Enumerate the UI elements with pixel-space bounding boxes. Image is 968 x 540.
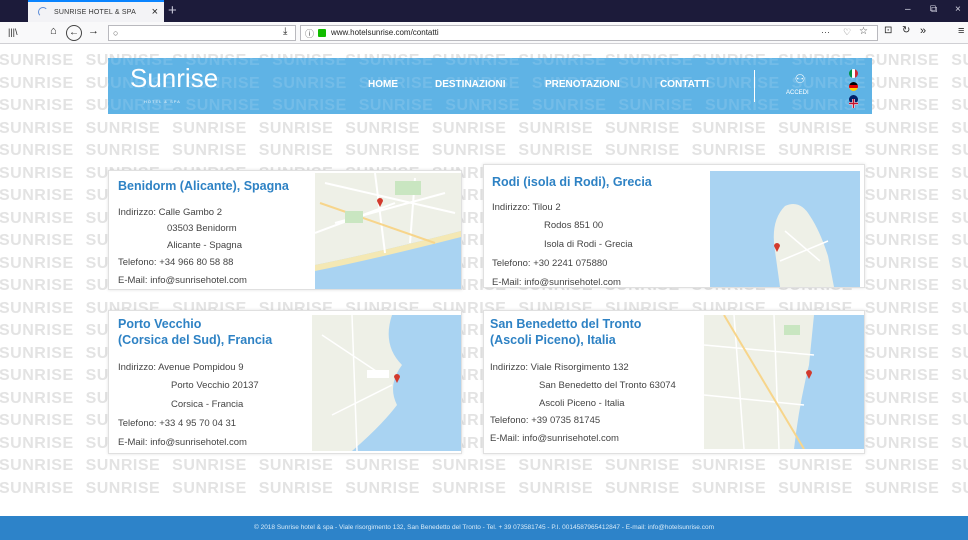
home-icon[interactable]: ⌂ [50, 25, 57, 37]
address-line: Porto Vecchio 20137 [171, 380, 259, 391]
phone: Telefono: +33 4 95 70 04 31 [118, 418, 237, 429]
library-icon[interactable]: |||\ [8, 27, 18, 37]
map-san-benedetto[interactable] [704, 315, 864, 449]
browser-tab-bar: SUNRISE HOTEL & SPA × + – ⧉ × [0, 0, 968, 22]
watermark-row: SUNRISE SUNRISE SUNRISE SUNRISE SUNRISE … [0, 457, 968, 474]
loading-icon [38, 7, 48, 17]
address-line: San Benedetto del Tronto 63074 [539, 380, 676, 391]
email[interactable]: E-Mail: info@sunrisehotel.com [492, 277, 621, 288]
new-tab-icon[interactable]: + [168, 2, 177, 19]
search-input[interactable]: ○ [108, 25, 296, 41]
card-title: Porto Vecchio [118, 317, 202, 331]
site-header: SUNRISE SUNRISE SUNRISE SUNRISE SUNRISE … [108, 58, 872, 114]
card-title-line-2: (Ascoli Piceno), Italia [490, 333, 616, 347]
italy-flag-icon[interactable] [849, 69, 858, 78]
card-title: Benidorm (Alicante), Spagna [118, 179, 289, 193]
forward-icon[interactable]: → [88, 25, 99, 37]
url-bar[interactable]: ⓘ www.hotelsunrise.com/contatti ··· ♡ ☆ [300, 25, 878, 41]
login-label[interactable]: ACCEDI [786, 90, 809, 96]
watermark-row: SUNRISE SUNRISE SUNRISE SUNRISE SUNRISE … [0, 119, 968, 137]
pocket-icon[interactable]: ♡ [843, 27, 851, 38]
reload-icon[interactable]: ↻ [902, 25, 910, 36]
user-login-icon[interactable]: ⚇ [791, 72, 809, 86]
url-text: www.hotelsunrise.com/contatti [331, 28, 439, 37]
lock-icon [318, 29, 326, 37]
phone: Telefono: +39 0735 81745 [490, 415, 601, 426]
email[interactable]: E-Mail: info@sunrisehotel.com [490, 433, 619, 444]
more-icon[interactable]: ··· [821, 27, 830, 37]
card-title: San Benedetto del Tronto [490, 317, 642, 331]
address-line: Ascoli Piceno - Italia [539, 398, 625, 409]
search-icon: ○ [113, 28, 119, 38]
download-icon[interactable]: ⤓ [283, 26, 287, 37]
logo[interactable]: Sunrise [130, 63, 218, 94]
phone: Telefono: +34 966 80 58 88 [118, 257, 234, 268]
address-label: Indirizzo: Viale Risorgimento 132 [490, 362, 629, 373]
address-line: Isola di Rodi - Grecia [544, 239, 633, 250]
sync-icon[interactable]: ⊡ [884, 25, 892, 36]
address-line: Corsica - Francia [171, 399, 244, 410]
tab-close-icon[interactable]: × [152, 6, 158, 18]
map-benidorm[interactable] [315, 173, 461, 289]
browser-tab[interactable]: SUNRISE HOTEL & SPA × [28, 0, 164, 22]
map-rodi[interactable] [710, 171, 860, 287]
nav-prenotazioni[interactable]: PRENOTAZIONI [545, 79, 620, 90]
card-title-line-2: (Corsica del Sud), Francia [118, 333, 273, 347]
phone: Telefono: +30 2241 075880 [492, 258, 608, 269]
minimize-icon[interactable]: – [905, 4, 911, 15]
location-card-porto-vecchio: Porto Vecchio (Corsica del Sud), Francia… [108, 310, 462, 454]
header-watermark-row: SUNRISE SUNRISE SUNRISE SUNRISE SUNRISE … [108, 58, 872, 69]
map-porto-vecchio[interactable] [312, 315, 461, 451]
address-label: Indirizzo: Calle Gambo 2 [118, 207, 223, 218]
email[interactable]: E-Mail: info@sunrisehotel.com [118, 437, 247, 448]
browser-nav-bar: |||\ ⌂ ← → ○ ⤓ ⓘ www.hotelsunrise.com/co… [0, 22, 968, 44]
close-window-icon[interactable]: × [955, 4, 961, 15]
address-line: Rodos 851 00 [544, 220, 604, 231]
menu-icon[interactable]: ≡ [958, 25, 964, 37]
location-card-benidorm: Benidorm (Alicante), Spagna Indirizzo: C… [108, 170, 462, 290]
restore-icon[interactable]: ⧉ [930, 4, 937, 15]
footer-text: © 2018 Sunrise hotel & spa - Viale risor… [253, 524, 714, 531]
overflow-icon[interactable]: » [920, 25, 926, 37]
menu-divider [754, 70, 755, 102]
header-watermark-row: SUNRISE SUNRISE SUNRISE SUNRISE SUNRISE … [108, 97, 872, 114]
back-icon[interactable]: ← [66, 25, 82, 41]
address-line: 03503 Benidorm [167, 223, 237, 234]
address-label: Indirizzo: Tilou 2 [492, 202, 561, 213]
nav-home[interactable]: HOME [368, 79, 398, 90]
germany-flag-icon[interactable] [849, 82, 858, 91]
watermark-row: SUNRISE SUNRISE SUNRISE SUNRISE SUNRISE … [0, 142, 968, 159]
location-card-san-benedetto: San Benedetto del Tronto (Ascoli Piceno)… [483, 310, 865, 454]
watermark-row: SUNRISE SUNRISE SUNRISE SUNRISE SUNRISE … [0, 479, 968, 497]
address-label: Indirizzo: Avenue Pompidou 9 [118, 362, 244, 373]
nav-contatti[interactable]: CONTATTI [660, 79, 709, 90]
address-line: Alicante - Spagna [167, 240, 242, 251]
card-title: Rodi (isola di Rodi), Grecia [492, 175, 652, 189]
logo-subtitle: HOTEL & SPA [144, 99, 181, 104]
tab-title: SUNRISE HOTEL & SPA [54, 8, 136, 16]
location-card-rodi: Rodi (isola di Rodi), Grecia Indirizzo: … [483, 164, 865, 288]
uk-flag-icon[interactable] [849, 95, 858, 108]
info-icon[interactable]: ⓘ [305, 27, 314, 40]
nav-destinazioni[interactable]: DESTINAZIONI [435, 79, 506, 90]
email[interactable]: E-Mail: info@sunrisehotel.com [118, 275, 247, 286]
star-icon[interactable]: ☆ [859, 26, 868, 37]
site-footer: © 2018 Sunrise hotel & spa - Viale risor… [0, 516, 968, 540]
